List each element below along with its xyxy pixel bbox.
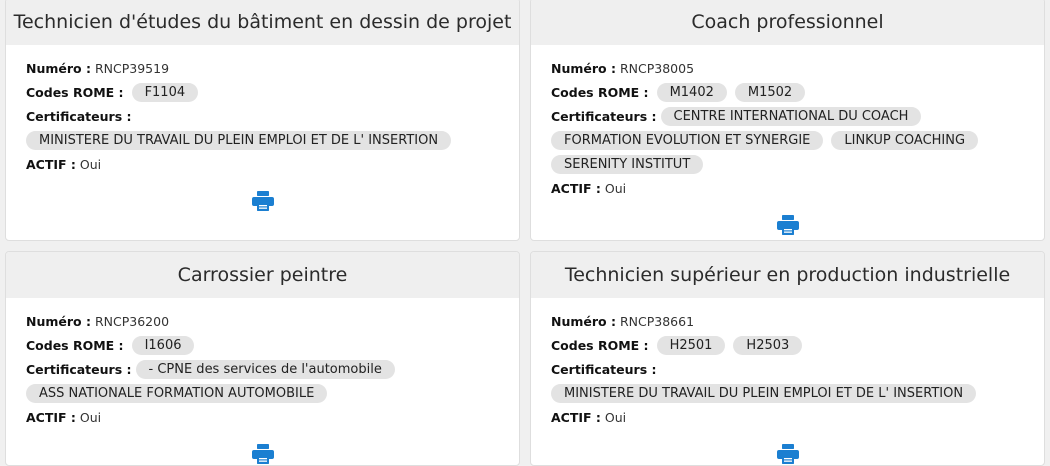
certificateurs-row: Certificateurs : - CPNE des services de … [26, 358, 499, 406]
certificateur-chip: LINKUP COACHING [831, 131, 979, 150]
card-title: Technicien d'études du bâtiment en dessi… [6, 0, 519, 45]
certificateur-chip: CENTRE INTERNATIONAL DU COACH [660, 107, 922, 126]
certification-card: Carrossier peintre Numéro : RNCP36200 Co… [5, 251, 520, 466]
numero-row: Numéro : RNCP36200 [26, 310, 499, 334]
certificateur-chip: SERENITY INSTITUT [551, 155, 704, 174]
certificateurs-row: Certificateurs : [551, 358, 1024, 382]
rome-code-chip: H2503 [733, 336, 803, 355]
numero-label: Numéro : [551, 61, 616, 76]
card-body: Numéro : RNCP39519 Codes ROME : F1104 Ce… [6, 45, 519, 211]
actif-value: Oui [604, 181, 627, 196]
numero-value: RNCP38661 [619, 314, 695, 329]
card-body: Numéro : RNCP36200 Codes ROME : I1606 Ce… [6, 298, 519, 464]
printer-icon[interactable] [776, 215, 799, 235]
actif-value: Oui [79, 157, 102, 172]
actif-row: ACTIF : Oui [551, 406, 1024, 430]
actif-row: ACTIF : Oui [551, 177, 1024, 201]
certificateur-chip: ASS NATIONALE FORMATION AUTOMOBILE [26, 384, 328, 403]
certificateurs-list: MINISTERE DU TRAVAIL DU PLEIN EMPLOI ET … [551, 382, 1024, 406]
actif-value: Oui [79, 410, 102, 425]
certification-grid: Technicien d'études du bâtiment en dessi… [0, 0, 1050, 466]
numero-label: Numéro : [551, 314, 616, 329]
print-action [551, 215, 1024, 235]
certificateurs-label: Certificateurs : [26, 109, 132, 124]
actif-label: ACTIF : [551, 181, 601, 196]
print-action [26, 191, 499, 211]
rome-row: Codes ROME : M1402 M1502 [551, 81, 1024, 105]
card-body: Numéro : RNCP38661 Codes ROME : H2501 H2… [531, 298, 1044, 464]
print-action [551, 444, 1024, 464]
printer-icon[interactable] [251, 444, 274, 464]
rome-code-chip: F1104 [131, 83, 199, 102]
rome-label: Codes ROME : [551, 85, 649, 100]
rome-code-chip: M1402 [656, 83, 727, 102]
actif-row: ACTIF : Oui [26, 153, 499, 177]
actif-value: Oui [604, 410, 627, 425]
card-title: Coach professionnel [531, 0, 1044, 45]
numero-row: Numéro : RNCP39519 [26, 57, 499, 81]
rome-code-chip: M1502 [734, 83, 806, 102]
rome-label: Codes ROME : [26, 338, 124, 353]
certificateurs-label: Certificateurs : [26, 362, 132, 377]
print-action [26, 444, 499, 464]
printer-icon[interactable] [776, 444, 799, 464]
certificateur-chip: MINISTERE DU TRAVAIL DU PLEIN EMPLOI ET … [551, 384, 977, 403]
certificateurs-label: Certificateurs : [551, 109, 657, 124]
rome-label: Codes ROME : [26, 85, 124, 100]
rome-label: Codes ROME : [551, 338, 649, 353]
card-body: Numéro : RNCP38005 Codes ROME : M1402 M1… [531, 45, 1044, 235]
numero-row: Numéro : RNCP38005 [551, 57, 1024, 81]
certificateur-chip: MINISTERE DU TRAVAIL DU PLEIN EMPLOI ET … [26, 131, 452, 150]
numero-value: RNCP39519 [94, 61, 170, 76]
certificateurs-row: Certificateurs : CENTRE INTERNATIONAL DU… [551, 105, 1024, 177]
actif-row: ACTIF : Oui [26, 406, 499, 430]
card-title: Carrossier peintre [6, 252, 519, 298]
card-title: Technicien supérieur en production indus… [531, 252, 1044, 298]
certificateurs-label: Certificateurs : [551, 362, 657, 377]
certificateurs-list: MINISTERE DU TRAVAIL DU PLEIN EMPLOI ET … [26, 129, 499, 153]
certification-card: Technicien d'études du bâtiment en dessi… [5, 0, 520, 241]
certificateur-chip: FORMATION EVOLUTION ET SYNERGIE [551, 131, 824, 150]
rome-row: Codes ROME : F1104 [26, 81, 499, 105]
numero-value: RNCP38005 [619, 61, 695, 76]
numero-value: RNCP36200 [94, 314, 170, 329]
numero-label: Numéro : [26, 314, 91, 329]
rome-code-chip: I1606 [131, 336, 195, 355]
numero-label: Numéro : [26, 61, 91, 76]
rome-code-chip: H2501 [656, 336, 726, 355]
rome-row: Codes ROME : I1606 [26, 334, 499, 358]
certification-card: Technicien supérieur en production indus… [530, 251, 1045, 466]
printer-icon[interactable] [251, 191, 274, 211]
actif-label: ACTIF : [551, 410, 601, 425]
certificateur-chip: - CPNE des services de l'automobile [135, 360, 395, 379]
certificateurs-row: Certificateurs : [26, 105, 499, 129]
numero-row: Numéro : RNCP38661 [551, 310, 1024, 334]
rome-row: Codes ROME : H2501 H2503 [551, 334, 1024, 358]
certification-card: Coach professionnel Numéro : RNCP38005 C… [530, 0, 1045, 241]
actif-label: ACTIF : [26, 410, 76, 425]
actif-label: ACTIF : [26, 157, 76, 172]
